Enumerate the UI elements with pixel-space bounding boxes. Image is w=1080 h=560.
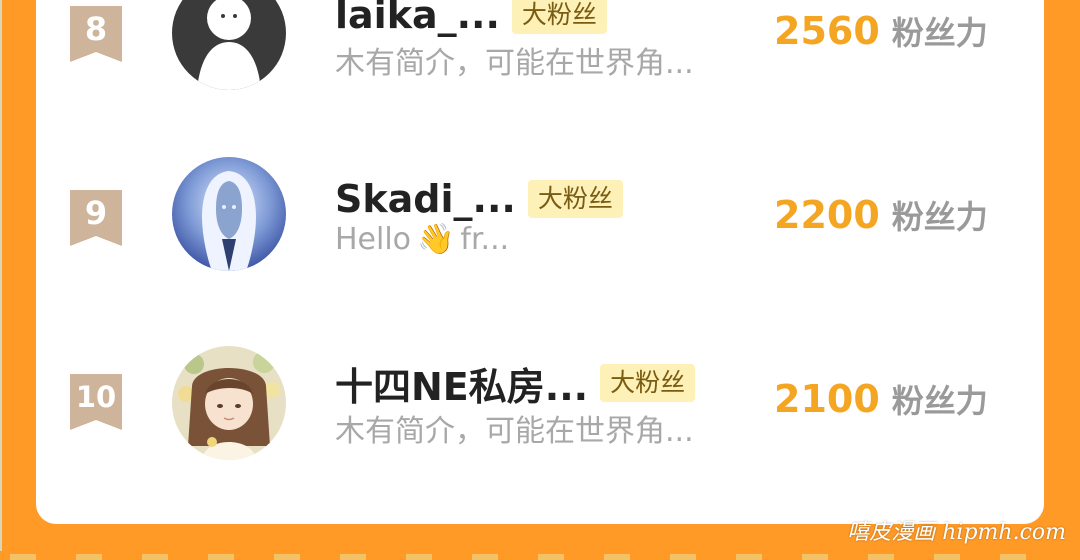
ranking-card: 8 laika_... 大粉丝 木有简介，可能在世界角... 2560 粉丝力: [36, 0, 1044, 524]
rank-ribbon-icon: 8: [70, 6, 122, 62]
default-user-avatar-icon: [172, 0, 286, 90]
user-bio: Hello 👋 fr...: [335, 222, 509, 257]
avatar[interactable]: [172, 346, 286, 460]
rank-number: 9: [84, 194, 108, 232]
avatar[interactable]: [172, 157, 286, 271]
ranking-row[interactable]: 10 十四NE私房... 大粉丝 木有简介，可能在世界角... 2100 粉丝力: [36, 338, 1044, 478]
score-value: 2560: [774, 9, 880, 53]
rank-number: 8: [84, 10, 108, 48]
ranking-row[interactable]: 9 Skadi_... 大粉丝 Hello 👋 fr... 2200 粉丝力: [36, 154, 1044, 294]
user-bio: 木有简介，可能在世界角...: [335, 46, 694, 81]
rank-number: 10: [75, 380, 117, 414]
anime-girl-avatar-icon: [172, 346, 286, 460]
avatar[interactable]: [172, 0, 286, 90]
score-unit: 粉丝力: [891, 14, 988, 52]
fan-level-badge: 大粉丝: [527, 180, 623, 218]
name-line: 十四NE私房... 大粉丝: [335, 360, 696, 409]
score-unit: 粉丝力: [891, 198, 988, 236]
fan-power-score: 2100 粉丝力: [774, 376, 988, 422]
fan-power-score: 2200 粉丝力: [774, 192, 988, 238]
score-value: 2100: [774, 377, 880, 421]
hooded-figure-avatar-icon: [172, 157, 286, 271]
rank-ribbon-icon: 9: [70, 190, 122, 246]
user-bio: 木有简介，可能在世界角...: [335, 414, 694, 449]
name-line: laika_... 大粉丝: [335, 0, 607, 38]
user-name[interactable]: 十四NE私房...: [335, 356, 588, 411]
ranking-row[interactable]: 8 laika_... 大粉丝 木有简介，可能在世界角... 2560 粉丝力: [36, 0, 1044, 110]
fan-level-badge: 大粉丝: [511, 0, 607, 34]
rank-ribbon-icon: 10: [70, 374, 122, 430]
name-line: Skadi_... 大粉丝: [335, 176, 623, 222]
bio-text: fr...: [460, 222, 510, 257]
bio-text: Hello: [335, 222, 412, 257]
score-unit: 粉丝力: [891, 382, 988, 420]
screen: 8 laika_... 大粉丝 木有简介，可能在世界角... 2560 粉丝力: [0, 0, 1080, 560]
user-name[interactable]: Skadi_...: [335, 177, 516, 221]
waving-hand-icon: 👋: [417, 222, 455, 257]
score-value: 2200: [774, 193, 880, 237]
fan-power-score: 2560 粉丝力: [774, 8, 988, 54]
dashed-border: [0, 551, 1080, 560]
fan-level-badge: 大粉丝: [600, 364, 696, 402]
left-edge-stripe: [0, 0, 2, 560]
user-name[interactable]: laika_...: [335, 0, 500, 37]
watermark: 嘻皮漫画 hipmh.com: [847, 520, 1066, 545]
